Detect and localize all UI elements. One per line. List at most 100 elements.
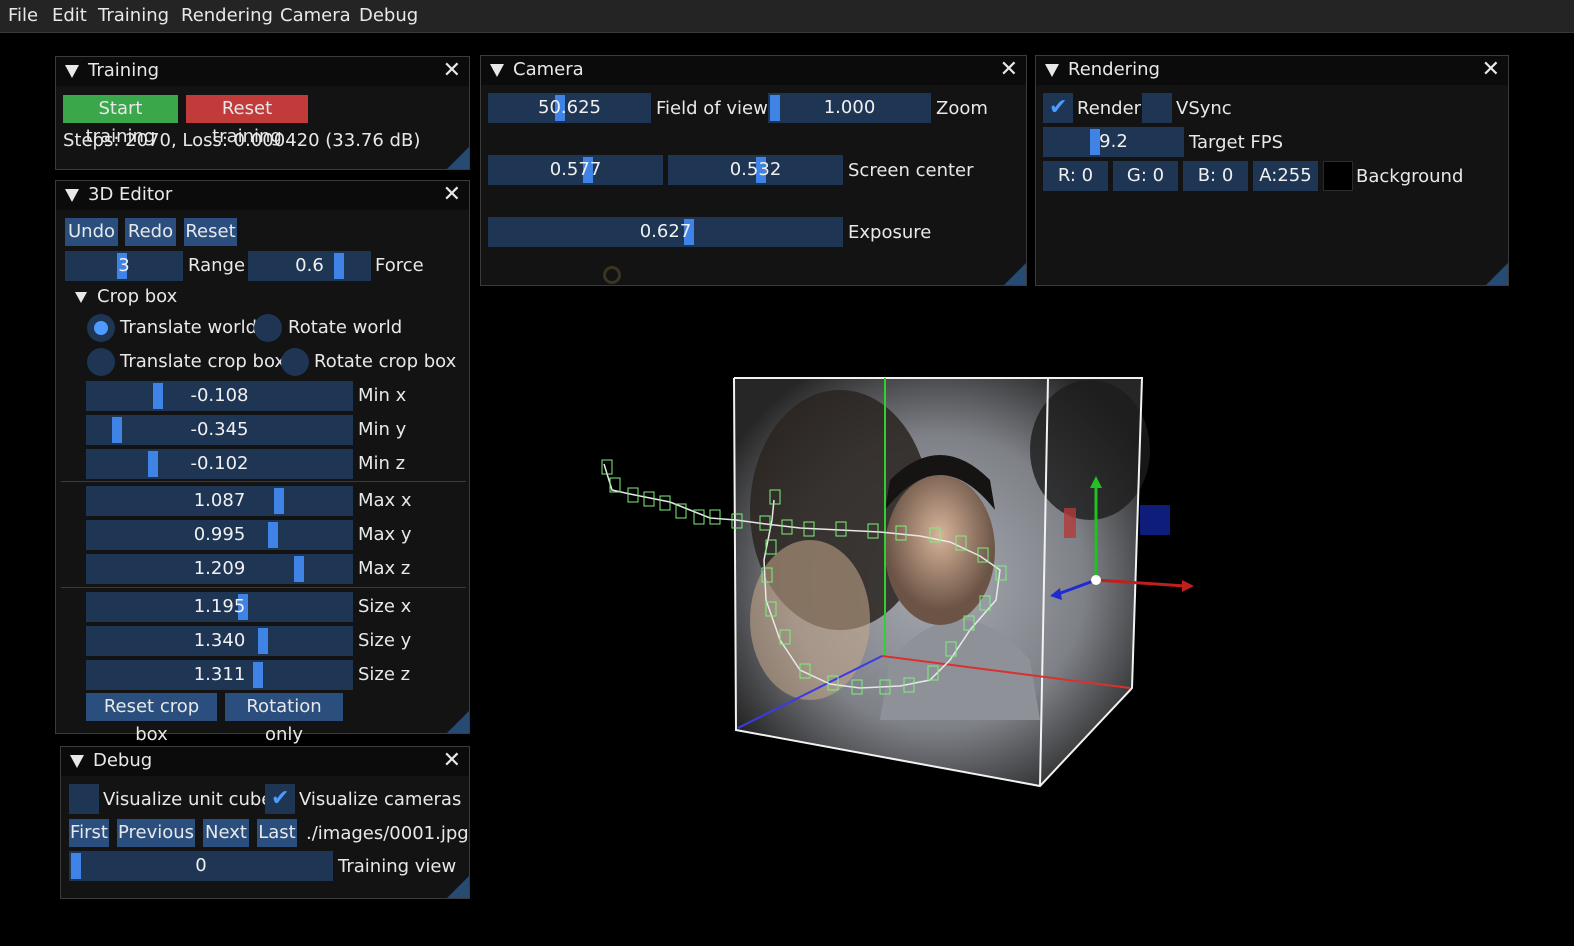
screen-center-y-slider[interactable]: 0.532	[668, 155, 843, 185]
rotation-only-button[interactable]: Rotation only	[225, 693, 343, 745]
editor-titlebar[interactable]: 3D Editor ✕	[56, 181, 469, 210]
crop-value: -0.345	[190, 419, 249, 440]
start-training-button[interactable]: Start training	[63, 95, 178, 147]
collapse-triangle-icon[interactable]	[70, 755, 84, 768]
menu-rendering[interactable]: Rendering	[181, 5, 273, 26]
force-slider[interactable]: 0.6	[248, 251, 371, 281]
debug-titlebar[interactable]: Debug ✕	[61, 747, 469, 776]
exposure-slider[interactable]: 0.627	[488, 217, 843, 247]
crop-size-y-slider[interactable]: 1.340	[86, 626, 353, 656]
resize-grip-icon[interactable]	[447, 876, 469, 898]
menu-file[interactable]: File	[8, 5, 38, 26]
vsync-label: VSync	[1176, 98, 1232, 119]
resize-grip-icon[interactable]	[1486, 263, 1508, 285]
crop-max-x-slider[interactable]: 1.087	[86, 486, 353, 516]
debug-window: Debug ✕ Visualize unit cube ✔ Visualize …	[60, 746, 470, 899]
crop-value: 1.209	[193, 558, 246, 579]
visualize-cameras-checkbox[interactable]: ✔	[265, 784, 295, 814]
radio-translate-world-label: Translate world	[120, 317, 258, 338]
crop-field-label: Min z	[358, 453, 406, 474]
next-button[interactable]: Next	[203, 819, 249, 847]
radio-translate-world[interactable]	[87, 314, 115, 342]
crop-value: 1.340	[193, 630, 246, 651]
camera-titlebar[interactable]: Camera ✕	[481, 56, 1026, 85]
close-icon[interactable]: ✕	[443, 183, 461, 207]
zoom-value: 1.000	[823, 97, 876, 118]
render-viewport[interactable]	[560, 360, 1260, 820]
menu-training[interactable]: Training	[98, 5, 169, 26]
close-icon[interactable]: ✕	[1482, 58, 1500, 82]
background-a-field[interactable]: A:255	[1253, 161, 1318, 191]
radio-translate-crop-box[interactable]	[87, 348, 115, 376]
menu-debug[interactable]: Debug	[359, 5, 418, 26]
fov-label: Field of view	[656, 98, 768, 119]
radio-rotate-crop-box[interactable]	[281, 348, 309, 376]
previous-button[interactable]: Previous	[117, 819, 195, 847]
undo-button[interactable]: Undo	[65, 218, 118, 246]
target-fps-slider[interactable]: 9.2	[1043, 127, 1184, 157]
g-value: G: 0	[1126, 165, 1165, 186]
training-view-slider[interactable]: 0	[69, 851, 333, 881]
resize-grip-icon[interactable]	[447, 147, 469, 169]
redo-button[interactable]: Redo	[125, 218, 176, 246]
background-r-field[interactable]: R: 0	[1043, 161, 1108, 191]
screen-center-x-slider[interactable]: 0.577	[488, 155, 663, 185]
close-icon[interactable]: ✕	[443, 59, 461, 83]
crop-min-y-slider[interactable]: -0.345	[86, 415, 353, 445]
crop-field-label: Max x	[358, 490, 412, 511]
crop-field-label: Min x	[358, 385, 407, 406]
reset-button[interactable]: Reset	[184, 218, 237, 246]
field-of-view-slider[interactable]: 50.625	[488, 93, 651, 123]
range-label: Range	[188, 255, 246, 276]
crop-min-x-slider[interactable]: -0.108	[86, 381, 353, 411]
resize-grip-icon[interactable]	[447, 711, 469, 733]
resize-grip-icon[interactable]	[1004, 263, 1026, 285]
background-label: Background	[1356, 166, 1464, 187]
render-label: Render	[1077, 98, 1142, 119]
visualize-unit-cube-checkbox[interactable]	[69, 784, 99, 814]
center-y-value: 0.532	[729, 159, 782, 180]
range-slider[interactable]: 3	[65, 251, 183, 281]
collapse-triangle-icon[interactable]	[65, 65, 79, 78]
menu-camera[interactable]: Camera	[280, 5, 351, 26]
fov-value: 50.625	[538, 97, 601, 118]
collapse-triangle-icon[interactable]	[1045, 64, 1059, 77]
training-titlebar[interactable]: Training ✕	[56, 57, 469, 86]
close-icon[interactable]: ✕	[1000, 58, 1018, 82]
collapse-triangle-icon[interactable]	[490, 64, 504, 77]
visualize-unit-cube-label: Visualize unit cube	[103, 789, 273, 810]
cropbox-header[interactable]: Crop box	[97, 286, 177, 307]
collapse-triangle-icon[interactable]	[65, 189, 79, 202]
first-button[interactable]: First	[69, 819, 109, 847]
fps-label: Target FPS	[1189, 132, 1284, 153]
zoom-slider[interactable]: 1.000	[768, 93, 931, 123]
cropbox-toggle-icon[interactable]	[75, 292, 87, 303]
render-checkbox[interactable]: ✔	[1043, 93, 1073, 123]
vsync-checkbox[interactable]	[1142, 93, 1172, 123]
training-status: Steps: 2070, Loss: 0.000420 (33.76 dB)	[63, 130, 421, 151]
crop-size-z-slider[interactable]: 1.311	[86, 660, 353, 690]
rendering-titlebar[interactable]: Rendering ✕	[1036, 56, 1508, 85]
radio-rotate-world[interactable]	[254, 314, 282, 342]
crop-max-y-slider[interactable]: 0.995	[86, 520, 353, 550]
force-label: Force	[375, 255, 424, 276]
range-value: 3	[118, 255, 130, 276]
checkmark-icon: ✔	[1049, 95, 1068, 120]
image-path: ./images/0001.jpg	[306, 823, 469, 844]
zoom-label: Zoom	[936, 98, 988, 119]
background-color-swatch[interactable]	[1323, 161, 1353, 191]
crop-size-x-slider[interactable]: 1.195	[86, 592, 353, 622]
crop-max-z-slider[interactable]: 1.209	[86, 554, 353, 584]
reset-crop-box-button[interactable]: Reset crop box	[86, 693, 217, 745]
background-b-field[interactable]: B: 0	[1183, 161, 1248, 191]
force-value: 0.6	[295, 255, 324, 276]
reset-training-button[interactable]: Reset training	[186, 95, 308, 147]
crop-min-z-slider[interactable]: -0.102	[86, 449, 353, 479]
menu-edit[interactable]: Edit	[52, 5, 87, 26]
training-view-label: Training view	[338, 856, 457, 877]
separator	[61, 587, 466, 588]
last-button[interactable]: Last	[257, 819, 297, 847]
background-g-field[interactable]: G: 0	[1113, 161, 1178, 191]
close-icon[interactable]: ✕	[443, 749, 461, 773]
crop-value: -0.102	[190, 453, 249, 474]
